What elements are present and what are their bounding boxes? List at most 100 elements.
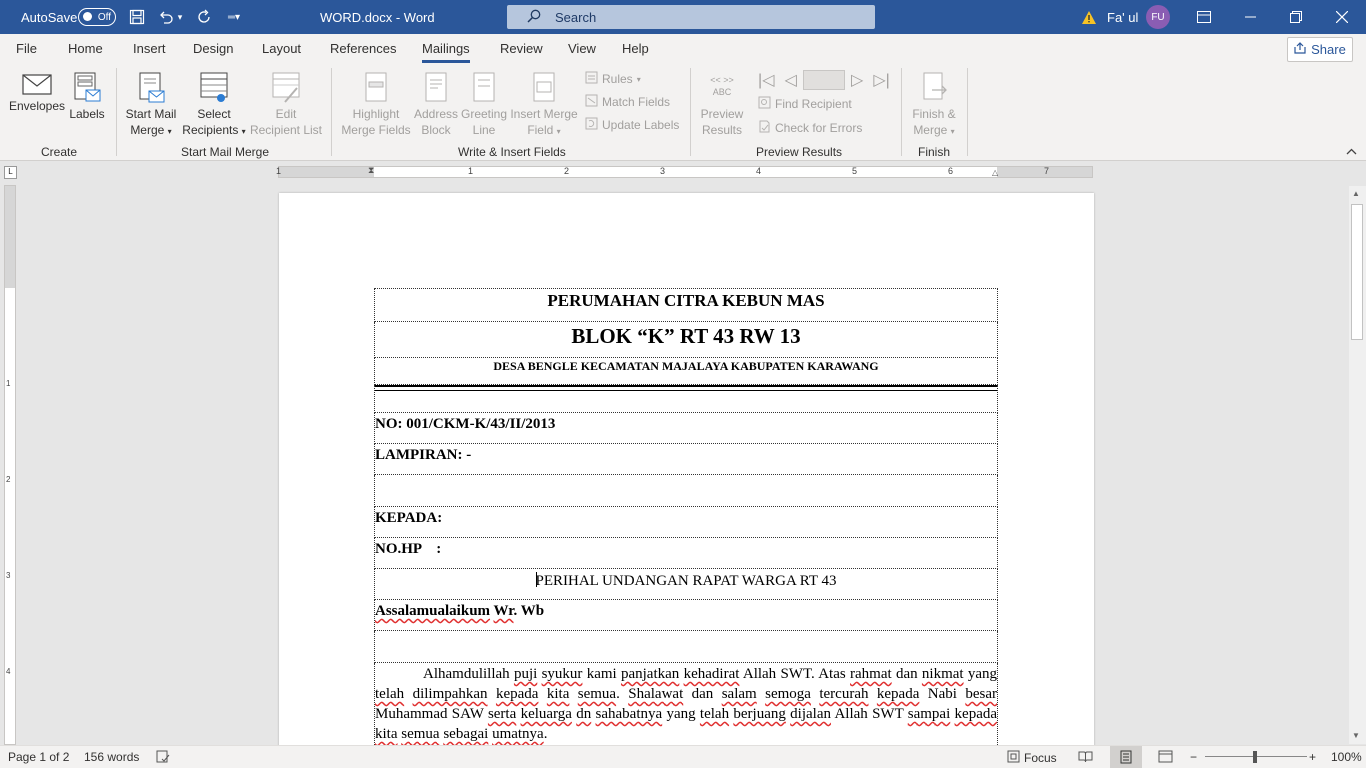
table-row[interactable]: Assalamualaikum Wr. Wb xyxy=(374,600,998,631)
vertical-ruler[interactable]: 1 2 3 4 xyxy=(4,185,16,745)
select-recipients-label-1: Select xyxy=(197,107,231,121)
finish-merge-button[interactable]: Finish & Merge ▾ xyxy=(906,72,962,140)
edit-recipient-list-button[interactable]: Edit Recipient List xyxy=(248,72,324,138)
scroll-up-icon[interactable]: ▲ xyxy=(1352,189,1360,198)
misspelled-word: salam xyxy=(721,686,757,702)
customize-qat-icon[interactable]: ═▾ xyxy=(223,0,245,34)
user-name[interactable]: Fa' ul xyxy=(1107,0,1138,34)
tab-mailings[interactable]: Mailings xyxy=(422,41,470,63)
next-record-icon[interactable]: ▷ xyxy=(851,70,863,90)
tab-references[interactable]: References xyxy=(330,41,396,56)
start-mail-merge-button[interactable]: Start Mail Merge ▾ xyxy=(122,72,180,140)
word-count[interactable]: 156 words xyxy=(84,750,139,764)
scrollbar-thumb[interactable] xyxy=(1351,204,1363,340)
minimize-icon[interactable] xyxy=(1227,0,1273,34)
table-row[interactable]: KEPADA: xyxy=(374,507,998,538)
table-row[interactable]: Alhamdulillah puji syukur kami panjatkan… xyxy=(374,663,998,751)
first-record-icon[interactable]: |◁ xyxy=(758,70,774,90)
search-placeholder: Search xyxy=(555,9,597,25)
document-page[interactable]: PERUMAHAN CITRA KEBUN MAS BLOK “K” RT 43… xyxy=(279,193,1094,753)
title-bar: AutoSave Off ▾ ═▾ WORD.docx - Word Searc… xyxy=(0,0,1366,34)
proofing-icon[interactable] xyxy=(156,750,170,766)
tab-selector[interactable]: L xyxy=(4,166,17,179)
redo-icon[interactable] xyxy=(194,0,216,34)
tab-view[interactable]: View xyxy=(568,41,596,56)
insert-merge-field-button[interactable]: Insert Merge Field ▾ xyxy=(508,72,580,140)
table-row[interactable]: PERUMAHAN CITRA KEBUN MAS xyxy=(374,288,998,322)
focus-button[interactable]: Focus xyxy=(1007,750,1057,766)
zoom-in-icon[interactable]: + xyxy=(1309,750,1316,764)
zoom-slider-thumb[interactable] xyxy=(1253,751,1257,763)
greeting-line-button[interactable]: Greeting Line xyxy=(458,72,510,138)
misspelled-word: dijalan xyxy=(790,706,831,722)
tab-design[interactable]: Design xyxy=(193,41,233,56)
select-recipients-icon xyxy=(200,72,228,102)
share-label: Share xyxy=(1311,42,1346,57)
check-for-errors-button[interactable]: Check for Errors xyxy=(758,120,862,136)
web-layout-icon[interactable] xyxy=(1158,750,1173,766)
table-row[interactable] xyxy=(374,631,998,663)
table-row[interactable] xyxy=(374,475,998,507)
letter-subject: PERIHAL UNDANGAN RAPAT WARGA RT 43 xyxy=(535,573,837,589)
last-record-icon[interactable]: ▷| xyxy=(873,70,889,90)
match-fields-icon xyxy=(585,94,598,110)
greeting-word: Assalamualaikum xyxy=(375,603,491,619)
right-indent-marker-icon[interactable]: △ xyxy=(992,168,998,177)
rules-button[interactable]: Rules ▾ xyxy=(585,71,641,87)
envelope-icon xyxy=(22,74,52,95)
envelopes-button[interactable]: Envelopes xyxy=(8,72,66,114)
misspelled-word: telah xyxy=(375,686,405,702)
tab-help[interactable]: Help xyxy=(622,41,649,56)
tab-home[interactable]: Home xyxy=(68,41,103,56)
read-mode-icon[interactable] xyxy=(1078,750,1093,766)
indent-marker-icon[interactable]: ⧗ xyxy=(368,165,374,176)
misspelled-word: kita xyxy=(375,726,398,742)
autosave-toggle[interactable]: Off xyxy=(78,8,116,26)
previous-record-icon[interactable]: ◁ xyxy=(784,70,796,90)
save-icon[interactable] xyxy=(126,0,148,34)
search-box[interactable]: Search xyxy=(507,5,875,29)
preview-results-button[interactable]: << >> ABC Preview Results xyxy=(696,72,748,138)
table-row[interactable]: PERIHAL UNDANGAN RAPAT WARGA RT 43 xyxy=(374,569,998,600)
undo-dropdown-icon[interactable]: ▾ xyxy=(173,0,187,34)
record-number-input[interactable] xyxy=(803,70,845,90)
horizontal-ruler[interactable]: 1 1 2 3 4 5 6 7 ⧗ △ xyxy=(276,165,1093,178)
table-row[interactable]: LAMPIRAN: - xyxy=(374,444,998,475)
find-recipient-button[interactable]: Find Recipient xyxy=(758,96,852,112)
share-button[interactable]: Share xyxy=(1287,37,1353,62)
labels-button[interactable]: Labels xyxy=(66,72,108,122)
select-recipients-button[interactable]: Select Recipients ▾ xyxy=(180,72,248,140)
match-fields-button[interactable]: Match Fields xyxy=(585,94,670,110)
collapse-ribbon-icon[interactable] xyxy=(1346,146,1357,158)
vertical-scrollbar[interactable]: ▲ ▼ xyxy=(1349,186,1366,744)
table-row[interactable]: NO: 001/CKM-K/43/II/2013 xyxy=(374,413,998,444)
ribbon-display-options-icon[interactable] xyxy=(1181,0,1227,34)
table-row[interactable]: BLOK “K” RT 43 RW 13 xyxy=(374,322,998,358)
scroll-down-icon[interactable]: ▼ xyxy=(1352,731,1360,740)
envelopes-label: Envelopes xyxy=(8,99,66,113)
tab-insert[interactable]: Insert xyxy=(133,41,166,56)
restore-icon[interactable] xyxy=(1273,0,1319,34)
search-icon xyxy=(527,9,541,26)
tab-layout[interactable]: Layout xyxy=(262,41,301,56)
greeting-line-icon xyxy=(473,72,495,102)
table-row-divider[interactable] xyxy=(374,385,998,413)
address-block-button[interactable]: Address Block xyxy=(414,72,458,138)
page-count[interactable]: Page 1 of 2 xyxy=(8,750,69,764)
table-row[interactable]: DESA BENGLE KECAMATAN MAJALAYA KABUPATEN… xyxy=(374,358,998,385)
warning-icon[interactable] xyxy=(1081,0,1097,34)
print-layout-icon[interactable] xyxy=(1110,746,1142,768)
tab-review[interactable]: Review xyxy=(500,41,543,56)
table-row[interactable]: NO.HP : xyxy=(374,538,998,569)
zoom-level[interactable]: 100% xyxy=(1331,750,1362,764)
tab-file[interactable]: File xyxy=(16,41,37,56)
letterhead-table[interactable]: PERUMAHAN CITRA KEBUN MAS BLOK “K” RT 43… xyxy=(374,288,998,751)
avatar[interactable]: FU xyxy=(1146,5,1170,29)
highlight-merge-fields-button[interactable]: Highlight Merge Fields xyxy=(338,72,414,138)
ruler-number: 4 xyxy=(756,166,762,176)
close-icon[interactable] xyxy=(1319,0,1365,34)
rules-icon xyxy=(585,71,598,87)
update-labels-button[interactable]: Update Labels xyxy=(585,117,679,133)
zoom-out-icon[interactable]: − xyxy=(1190,750,1197,764)
status-bar: Page 1 of 2 156 words Focus − + 100% xyxy=(0,745,1366,768)
